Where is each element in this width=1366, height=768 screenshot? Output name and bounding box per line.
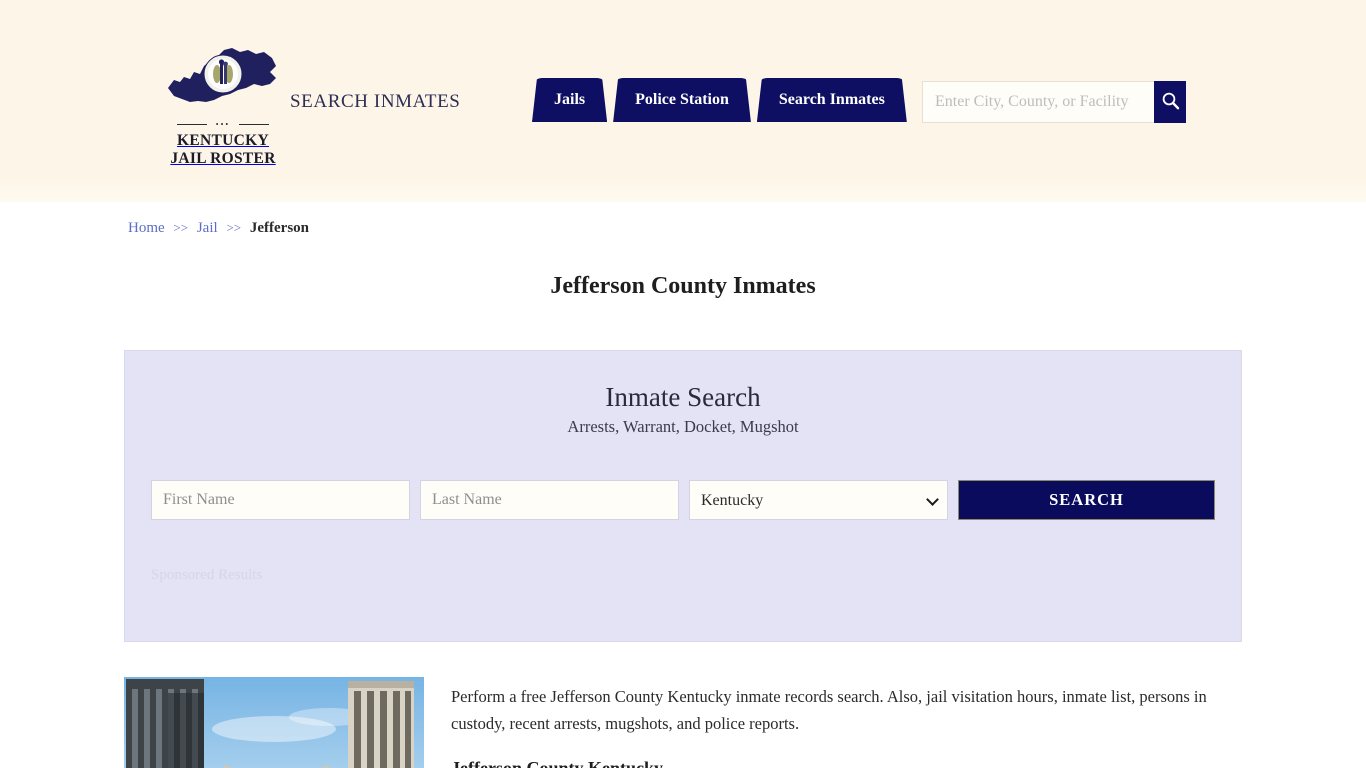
inmate-search-form: Kentucky SEARCH xyxy=(151,480,1215,520)
sponsored-results-label: Sponsored Results xyxy=(151,567,263,583)
site-logo[interactable]: ••• KENTUCKY JAIL ROSTER xyxy=(164,44,282,168)
nav-tab-police-station-label: Police Station xyxy=(635,91,729,108)
nav-tab-police-station[interactable]: Police Station xyxy=(613,78,751,122)
nav-tab-search-inmates-label: Search Inmates xyxy=(778,91,885,108)
breadcrumb-item-jefferson: Jefferson xyxy=(249,220,310,236)
county-content-text: Perform a free Jefferson County Kentucky… xyxy=(451,677,1242,768)
site-header: ••• KENTUCKY JAIL ROSTER SEARCH INMATES … xyxy=(0,0,1366,202)
county-content-section: Perform a free Jefferson County Kentucky… xyxy=(124,677,1242,768)
logo-divider: ••• xyxy=(177,120,269,129)
breadcrumb: Home >> Jail >> Jefferson xyxy=(128,202,1238,237)
page-title: Jefferson County Inmates xyxy=(550,273,816,299)
first-name-input[interactable] xyxy=(151,480,410,520)
header-search-button[interactable] xyxy=(1154,81,1186,123)
kentucky-map-icon xyxy=(164,44,282,116)
last-name-input[interactable] xyxy=(420,480,679,520)
logo-divider-dots: ••• xyxy=(215,120,231,129)
header-inner: ••• KENTUCKY JAIL ROSTER SEARCH INMATES … xyxy=(128,0,1238,202)
county-subheading: Jefferson County Kentucky xyxy=(451,758,663,768)
breadcrumb-item-jail[interactable]: Jail xyxy=(197,220,218,236)
inmate-search-title: Inmate Search xyxy=(605,382,761,412)
logo-title-line1: KENTUCKY xyxy=(177,132,269,149)
breadcrumb-item-home[interactable]: Home xyxy=(128,220,165,236)
county-skyline-image xyxy=(124,677,424,768)
nav-tab-jails-label: Jails xyxy=(554,91,586,108)
logo-title-line2: JAIL ROSTER xyxy=(170,150,276,167)
header-search-input[interactable] xyxy=(922,81,1154,123)
header-tagline: SEARCH INMATES xyxy=(290,91,461,112)
inmate-search-panel: Inmate Search Arrests, Warrant, Docket, … xyxy=(124,350,1242,642)
primary-nav: Jails Police Station Search Inmates xyxy=(532,78,907,122)
breadcrumb-separator: >> xyxy=(226,220,242,235)
breadcrumb-separator: >> xyxy=(173,220,189,235)
inmate-search-subtitle: Arrests, Warrant, Docket, Mugshot xyxy=(567,417,799,436)
header-search-form xyxy=(922,81,1186,123)
nav-tab-jails[interactable]: Jails xyxy=(532,78,607,122)
inmate-search-submit-button[interactable]: SEARCH xyxy=(958,480,1215,520)
county-description: Perform a free Jefferson County Kentucky… xyxy=(451,687,1207,733)
search-icon xyxy=(1161,91,1180,113)
state-select-wrapper: Kentucky xyxy=(689,480,948,520)
nav-tab-search-inmates[interactable]: Search Inmates xyxy=(757,78,907,122)
state-select[interactable]: Kentucky xyxy=(689,480,948,520)
